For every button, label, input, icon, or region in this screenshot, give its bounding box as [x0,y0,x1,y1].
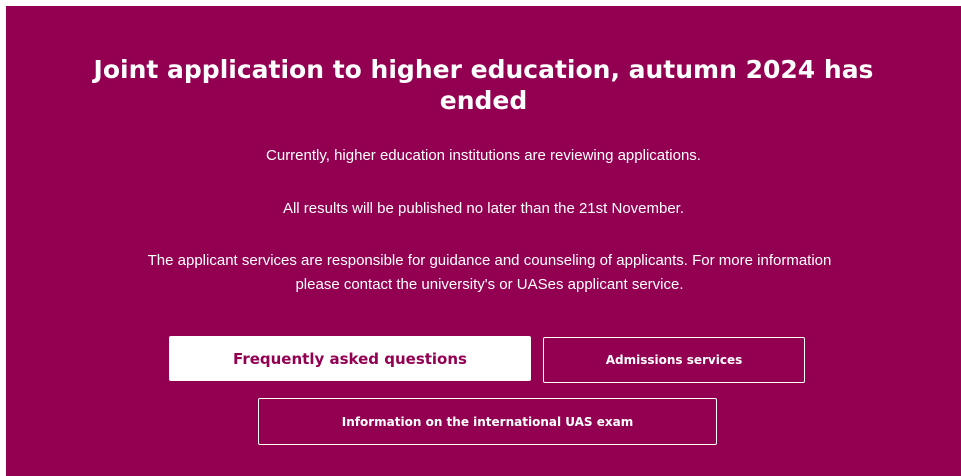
applicant-services-notice-line-2: please contact the university's or UASes… [295,276,684,293]
banner-title: Joint application to higher education, a… [93,55,874,115]
applicant-services-notice: The applicant services are responsible f… [18,249,961,297]
results-notice: All results will be published no later t… [282,200,685,217]
faq-button[interactable]: Frequently asked questions [169,336,531,381]
application-ended-banner: Joint application to higher education, a… [6,6,961,476]
admissions-services-button[interactable]: Admissions services [543,337,805,383]
international-uas-exam-button[interactable]: Information on the international UAS exa… [258,398,717,445]
applicant-services-notice-line-1: The applicant services are responsible f… [147,252,832,269]
reviewing-notice: Currently, higher education institutions… [266,147,701,164]
